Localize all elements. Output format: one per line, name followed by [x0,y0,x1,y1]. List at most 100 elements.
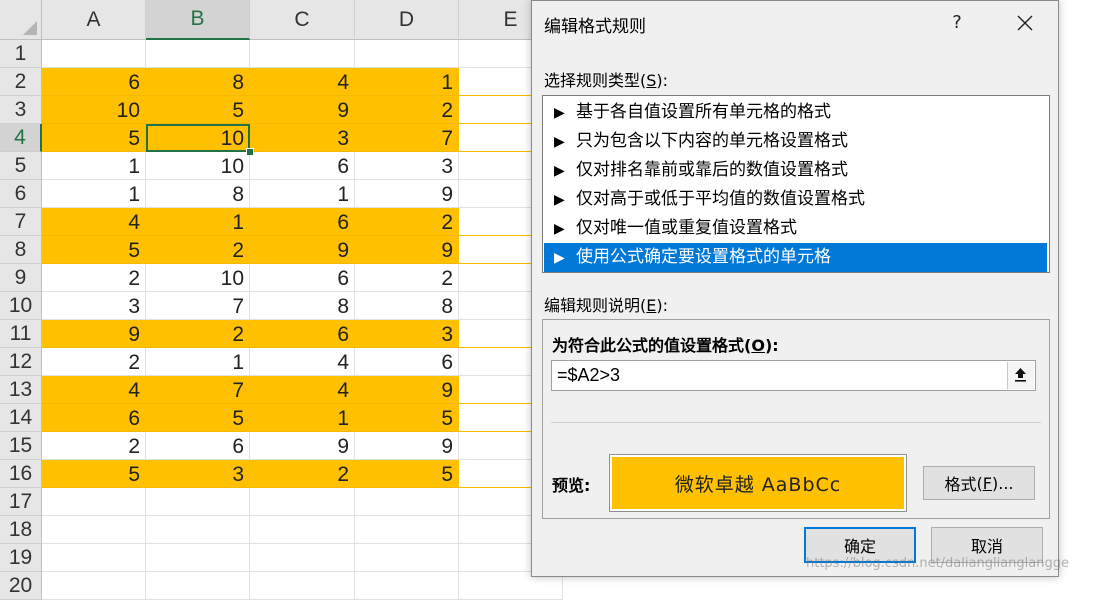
row-header-20[interactable]: 20 [0,572,42,600]
row-header-15[interactable]: 15 [0,432,42,460]
rule-type-item[interactable]: ▶ 基于各自值设置所有单元格的格式 [544,98,1047,127]
select-all-corner[interactable] [0,0,42,40]
cell-a3[interactable]: 10 [42,96,146,124]
rule-type-item[interactable]: ▶ 使用公式确定要设置格式的单元格 [544,243,1047,272]
cell-a8[interactable]: 5 [42,236,146,264]
close-button[interactable] [1011,9,1039,37]
cell-a17[interactable] [42,488,146,516]
column-header-c[interactable]: C [250,0,355,40]
row-header-10[interactable]: 10 [0,292,42,320]
cell-c13[interactable]: 4 [250,376,355,404]
column-header-d[interactable]: D [355,0,459,40]
row-header-4[interactable]: 4 [0,124,42,152]
cell-a12[interactable]: 2 [42,348,146,376]
cell-d12[interactable]: 6 [355,348,459,376]
cell-c19[interactable] [250,544,355,572]
fill-handle[interactable] [246,148,254,156]
cell-a11[interactable]: 9 [42,320,146,348]
cell-a15[interactable]: 2 [42,432,146,460]
cell-b7[interactable]: 1 [146,208,250,236]
cell-c6[interactable]: 1 [250,180,355,208]
cell-c3[interactable]: 9 [250,96,355,124]
cell-c15[interactable]: 9 [250,432,355,460]
cell-d19[interactable] [355,544,459,572]
cell-d16[interactable]: 5 [355,460,459,488]
ok-button[interactable]: 确定 [804,527,916,563]
cell-d14[interactable]: 5 [355,404,459,432]
cell-b16[interactable]: 3 [146,460,250,488]
cell-a5[interactable]: 1 [42,152,146,180]
formula-input[interactable]: =$A2>3 [551,360,1036,391]
rule-type-item[interactable]: ▶ 仅对高于或低于平均值的数值设置格式 [544,185,1047,214]
cell-b13[interactable]: 7 [146,376,250,404]
cell-a6[interactable]: 1 [42,180,146,208]
column-header-b[interactable]: B [146,0,250,40]
cell-c11[interactable]: 6 [250,320,355,348]
row-header-1[interactable]: 1 [0,40,42,68]
cell-a19[interactable] [42,544,146,572]
format-button[interactable]: 格式(F)... [923,466,1035,500]
cell-d11[interactable]: 3 [355,320,459,348]
cell-d4[interactable]: 7 [355,124,459,152]
collapse-dialog-button[interactable] [1007,362,1034,389]
cell-b5[interactable]: 10 [146,152,250,180]
row-header-19[interactable]: 19 [0,544,42,572]
cell-b3[interactable]: 5 [146,96,250,124]
row-header-12[interactable]: 12 [0,348,42,376]
cell-c18[interactable] [250,516,355,544]
row-header-6[interactable]: 6 [0,180,42,208]
cell-c14[interactable]: 1 [250,404,355,432]
cell-c10[interactable]: 8 [250,292,355,320]
cell-c9[interactable]: 6 [250,264,355,292]
cell-a4[interactable]: 5 [42,124,146,152]
cell-c8[interactable]: 9 [250,236,355,264]
cell-d17[interactable] [355,488,459,516]
cell-b18[interactable] [146,516,250,544]
cell-c5[interactable]: 6 [250,152,355,180]
row-header-17[interactable]: 17 [0,488,42,516]
cell-a7[interactable]: 4 [42,208,146,236]
cell-c12[interactable]: 4 [250,348,355,376]
cell-b11[interactable]: 2 [146,320,250,348]
rule-type-item[interactable]: ▶ 仅对唯一值或重复值设置格式 [544,214,1047,243]
row-header-2[interactable]: 2 [0,68,42,96]
cell-d9[interactable]: 2 [355,264,459,292]
cell-a20[interactable] [42,572,146,600]
cell-d20[interactable] [355,572,459,600]
rule-type-item[interactable]: ▶ 仅对排名靠前或靠后的数值设置格式 [544,156,1047,185]
cell-c1[interactable] [250,40,355,68]
cell-a9[interactable]: 2 [42,264,146,292]
cell-c20[interactable] [250,572,355,600]
cell-a16[interactable]: 5 [42,460,146,488]
cell-b6[interactable]: 8 [146,180,250,208]
column-header-a[interactable]: A [42,0,146,40]
cell-a13[interactable]: 4 [42,376,146,404]
row-header-7[interactable]: 7 [0,208,42,236]
cell-c2[interactable]: 4 [250,68,355,96]
cell-b19[interactable] [146,544,250,572]
cell-b1[interactable] [146,40,250,68]
cell-a14[interactable]: 6 [42,404,146,432]
row-header-14[interactable]: 14 [0,404,42,432]
cell-d5[interactable]: 3 [355,152,459,180]
cell-a10[interactable]: 3 [42,292,146,320]
cell-c17[interactable] [250,488,355,516]
cell-d13[interactable]: 9 [355,376,459,404]
cancel-button[interactable]: 取消 [931,527,1043,563]
cell-b14[interactable]: 5 [146,404,250,432]
cell-d6[interactable]: 9 [355,180,459,208]
cell-b20[interactable] [146,572,250,600]
cell-b2[interactable]: 8 [146,68,250,96]
row-header-5[interactable]: 5 [0,152,42,180]
cell-d10[interactable]: 8 [355,292,459,320]
cell-d15[interactable]: 9 [355,432,459,460]
rule-type-listbox[interactable]: ▶ 基于各自值设置所有单元格的格式 ▶ 只为包含以下内容的单元格设置格式 ▶ 仅对排名靠前… [542,95,1050,273]
row-header-3[interactable]: 3 [0,96,42,124]
row-header-13[interactable]: 13 [0,376,42,404]
row-header-8[interactable]: 8 [0,236,42,264]
help-button[interactable]: ? [945,9,969,37]
row-header-9[interactable]: 9 [0,264,42,292]
row-header-18[interactable]: 18 [0,516,42,544]
cell-b17[interactable] [146,488,250,516]
cell-b4[interactable]: 10 [146,124,250,152]
